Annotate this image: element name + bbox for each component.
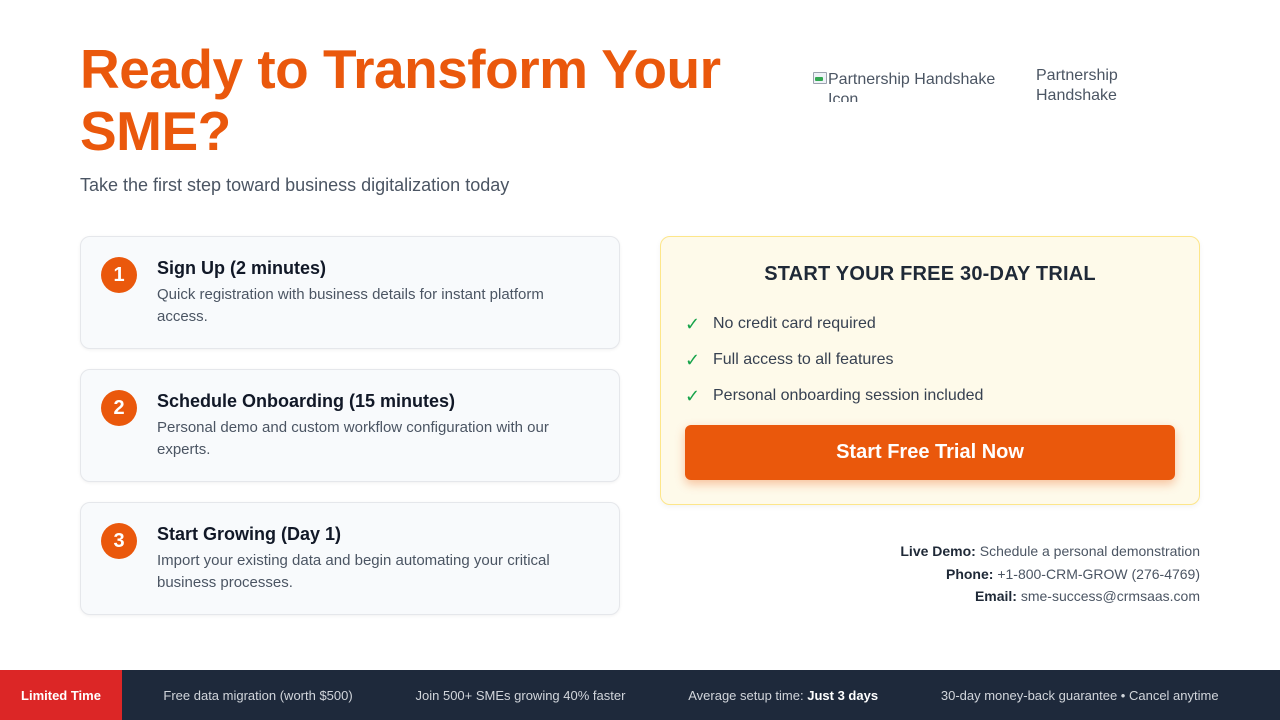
- page-subtitle: Take the first step toward business digi…: [80, 175, 510, 195]
- contact-email-row: Email: sme-success@crmsaas.com: [900, 585, 1200, 608]
- contact-email-link[interactable]: sme-success@crmsaas.com: [1021, 588, 1200, 604]
- promo-item: Free data migration (worth $500): [163, 687, 353, 703]
- benefit-item: ✓ Personal onboarding session included: [685, 378, 983, 414]
- trial-card: START YOUR FREE 30-DAY TRIAL ✓ No credit…: [660, 236, 1200, 505]
- promo-item-setup: Average setup time: Just 3 days: [688, 688, 878, 703]
- promo-item: 30-day money-back guarantee • Cancel any…: [940, 687, 1219, 703]
- step-title: Sign Up (2 minutes): [157, 258, 327, 278]
- steps-list: 1 Sign Up (2 minutes) Quick registration…: [80, 236, 620, 635]
- trial-title: START YOUR FREE 30-DAY TRIAL: [764, 263, 1096, 285]
- step-title: Schedule Onboarding (15 minutes): [157, 391, 456, 411]
- benefit-text: No credit card required: [713, 315, 876, 332]
- step-card: 1 Sign Up (2 minutes) Quick registration…: [80, 236, 620, 349]
- benefits-list: ✓ No credit card required ✓ Full access …: [685, 306, 983, 414]
- hero-header: Ready to Transform Your SME? Take the fi…: [80, 38, 780, 196]
- promo-bar: Limited Time Free data migration (worth …: [0, 670, 1280, 720]
- step-description: Personal demo and custom workflow config…: [157, 419, 549, 458]
- check-icon: ✓: [685, 385, 701, 406]
- contact-demo-row: Live Demo: Schedule a personal demonstra…: [900, 540, 1200, 563]
- step-card: 2 Schedule Onboarding (15 minutes) Perso…: [80, 369, 620, 482]
- contact-phone-link[interactable]: +1-800-CRM-GROW (276-4769): [997, 566, 1200, 582]
- setup-value: Just 3 days: [807, 687, 879, 703]
- check-icon: ✓: [685, 313, 701, 334]
- start-trial-button[interactable]: Start Free Trial Now: [685, 425, 1175, 480]
- setup-label: Average setup time:: [688, 687, 804, 703]
- check-icon: ✓: [685, 349, 701, 370]
- step-number-badge: 1: [101, 257, 137, 293]
- contact-phone-label: Phone:: [945, 565, 994, 582]
- contact-info: Live Demo: Schedule a personal demonstra…: [900, 540, 1200, 608]
- limited-time-badge: Limited Time: [0, 670, 122, 720]
- contact-email-label: Email:: [974, 588, 1017, 604]
- promo-item: Join 500+ SMEs growing 40% faster: [415, 687, 626, 703]
- step-card: 3 Start Growing (Day 1) Import your exis…: [80, 502, 620, 615]
- step-number-badge: 2: [101, 390, 137, 426]
- benefit-text: Personal onboarding session included: [713, 387, 984, 404]
- handshake-image-alt: Partnership Handshake Icon: [828, 71, 996, 102]
- step-title: Start Growing (Day 1): [157, 524, 342, 544]
- benefit-text: Full access to all features: [713, 351, 894, 368]
- step-number-badge: 3: [101, 523, 137, 559]
- handshake-caption: Partnership Handshake: [1036, 67, 1118, 104]
- contact-demo-link[interactable]: Schedule a personal demonstration: [980, 543, 1200, 559]
- benefit-item: ✓ Full access to all features: [685, 342, 983, 378]
- step-description: Quick registration with business details…: [157, 286, 544, 325]
- contact-demo-label: Live Demo:: [900, 543, 976, 559]
- handshake-image: Partnership Handshake Icon: [812, 70, 1022, 102]
- page-title: Ready to Transform Your SME?: [80, 38, 721, 162]
- promo-items: Free data migration (worth $500) Join 50…: [122, 688, 1280, 703]
- broken-image-icon: [812, 71, 828, 87]
- benefit-item: ✓ No credit card required: [685, 306, 983, 342]
- contact-phone-row: Phone: +1-800-CRM-GROW (276-4769): [900, 563, 1200, 586]
- step-description: Import your existing data and begin auto…: [157, 552, 550, 591]
